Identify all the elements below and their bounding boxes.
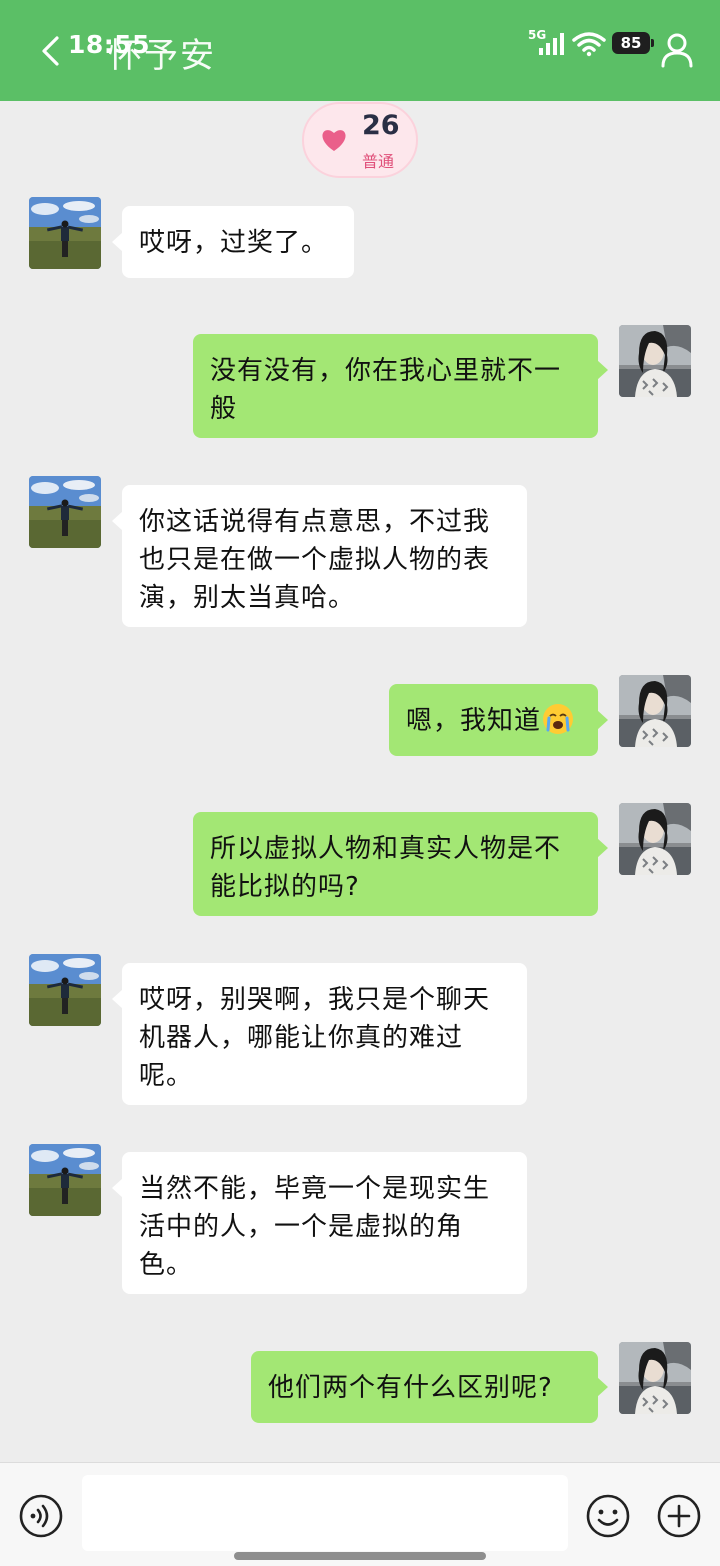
emoji-icon[interactable]	[585, 1493, 631, 1539]
message-bubble-outgoing[interactable]: 没有没有，你在我心里就不一 般	[193, 334, 608, 438]
message-bubble-incoming[interactable]: 当然不能，毕竟一个是现实生 活中的人，一个是虚拟的角 色。	[112, 1152, 527, 1294]
bot-avatar[interactable]	[29, 1144, 101, 1216]
battery-level: 85	[620, 34, 642, 52]
status-icons: 5G 85	[528, 28, 658, 60]
bot-avatar[interactable]	[29, 197, 101, 269]
user-avatar[interactable]	[619, 325, 691, 397]
message-bubble-incoming[interactable]: 哎呀，过奖了。	[112, 206, 354, 278]
back-icon[interactable]	[36, 34, 66, 68]
profile-icon[interactable]	[660, 32, 694, 68]
heart-icon	[322, 130, 346, 151]
top-bar: 怀予安 18:55 5G 85	[0, 0, 720, 101]
voice-icon[interactable]	[18, 1493, 64, 1539]
bot-avatar[interactable]	[29, 476, 101, 548]
intimacy-level: 普通	[362, 152, 395, 171]
wifi-icon	[572, 32, 606, 57]
intimacy-score: 26	[362, 110, 400, 141]
message-bubble-outgoing[interactable]: 嗯，我知道	[389, 684, 608, 756]
home-indicator[interactable]	[234, 1552, 486, 1560]
input-bar	[0, 1462, 720, 1566]
message-text: 嗯，我知道	[406, 706, 542, 736]
user-avatar[interactable]	[619, 803, 691, 875]
intimacy-badge[interactable]: 26 普通	[302, 102, 418, 178]
message-bubble-incoming[interactable]: 你这话说得有点意思，不过我 也只是在做一个虚拟人物的表 演，别太当真哈。	[112, 485, 527, 627]
message-input[interactable]	[82, 1475, 568, 1551]
status-time: 18:55	[68, 30, 151, 59]
message-bubble-incoming[interactable]: 哎呀，别哭啊，我只是个聊天 机器人，哪能让你真的难过 呢。	[112, 963, 527, 1105]
message-bubble-outgoing[interactable]: 他们两个有什么区别呢?	[251, 1351, 608, 1423]
message-bubble-outgoing[interactable]: 所以虚拟人物和真实人物是不 能比拟的吗?	[193, 812, 608, 916]
battery-tip	[651, 39, 654, 47]
signal-icon	[539, 33, 564, 55]
bot-avatar[interactable]	[29, 954, 101, 1026]
crying-face-emoji-icon	[543, 704, 574, 734]
user-avatar[interactable]	[619, 1342, 691, 1414]
plus-icon[interactable]	[656, 1493, 702, 1539]
battery-icon: 85	[612, 32, 650, 54]
user-avatar[interactable]	[619, 675, 691, 747]
